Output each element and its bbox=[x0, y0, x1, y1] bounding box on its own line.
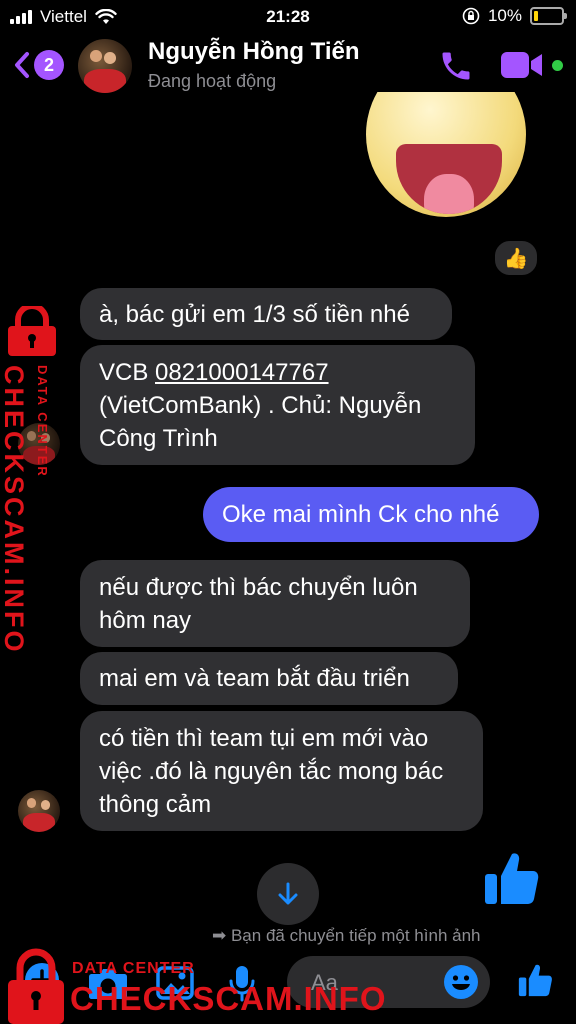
watermark-lock-icon bbox=[8, 948, 64, 1024]
thumbs-up-icon[interactable] bbox=[482, 850, 540, 906]
battery-icon bbox=[530, 7, 567, 25]
watermark-site: CHECKSCAM.INFO bbox=[70, 980, 387, 1017]
account-number-link[interactable]: 0821000147767 bbox=[155, 359, 329, 386]
contact-name[interactable]: Nguyễn Hồng Tiến bbox=[148, 38, 360, 66]
unread-badge: 2 bbox=[34, 50, 64, 80]
sticker-tongue bbox=[424, 174, 474, 214]
message-text: à, bác gửi em 1/3 số tiền nhé bbox=[99, 300, 410, 328]
sticker-mouth bbox=[396, 144, 502, 214]
back-button[interactable]: 2 bbox=[12, 50, 64, 80]
forward-note-text: Bạn đã chuyển tiếp một hình ảnh bbox=[230, 926, 481, 945]
forward-note: ➡ Bạn đã chuyển tiếp một hình ảnh bbox=[212, 926, 480, 946]
laughing-face-sticker bbox=[366, 92, 526, 217]
status-bar: Viettel 21:28 10% bbox=[0, 0, 576, 34]
watermark-site-vertical: CHECKSCAM.INFO bbox=[0, 365, 29, 655]
video-call-icon[interactable] bbox=[500, 51, 544, 79]
battery-percent: 10% bbox=[487, 6, 522, 25]
forward-arrow-icon: ➡ bbox=[212, 926, 231, 945]
message-bubble-outgoing[interactable]: Oke mai mình Ck cho nhé bbox=[203, 487, 539, 542]
message-bubble-incoming[interactable]: à, bác gửi em 1/3 số tiền nhé bbox=[80, 288, 452, 340]
rotation-lock-icon bbox=[462, 7, 480, 25]
phone-icon[interactable] bbox=[438, 48, 474, 84]
watermark-tagline: DATA CENTER bbox=[72, 960, 195, 977]
bank-owner: (VietComBank) . Chủ: Nguyễn Công Trình bbox=[99, 391, 422, 452]
contact-avatar[interactable] bbox=[78, 39, 132, 93]
scroll-to-bottom-button[interactable] bbox=[257, 863, 319, 925]
message-bubble-incoming[interactable]: mai em và team bắt đầu triển bbox=[80, 652, 458, 705]
bank-prefix: VCB bbox=[99, 358, 156, 386]
message-bubble-incoming[interactable]: nếu được thì bác chuyển luôn hôm nay bbox=[80, 560, 470, 647]
presence-status: Đang hoạt động bbox=[148, 71, 277, 91]
message-text: VCB 0821000147767 (VietComBank) . Chủ: N… bbox=[99, 356, 456, 455]
message-text: mai em và team bắt đầu triển bbox=[99, 665, 410, 692]
message-text: nếu được thì bác chuyển luôn hôm nay bbox=[99, 573, 418, 634]
chevron-left-icon bbox=[15, 52, 29, 78]
emoji-icon[interactable] bbox=[443, 964, 479, 1000]
sender-avatar[interactable] bbox=[18, 790, 60, 832]
message-text: có tiền thì team tụi em mới vào việc .đó… bbox=[99, 724, 444, 818]
arrow-down-icon bbox=[278, 882, 298, 905]
watermark-tagline-vertical: DATA CENTER bbox=[35, 365, 50, 478]
watermark-lock-icon bbox=[8, 306, 56, 356]
message-text: Oke mai mình Ck cho nhé bbox=[222, 501, 500, 528]
reaction-thumbs-up[interactable]: 👍 bbox=[493, 239, 539, 277]
online-indicator bbox=[552, 60, 563, 71]
message-bubble-incoming[interactable]: VCB 0821000147767 (VietComBank) . Chủ: N… bbox=[80, 345, 475, 465]
chat-header: 2 Nguyễn Hồng Tiến Đang hoạt động bbox=[0, 34, 576, 98]
thumbs-up-send-icon[interactable] bbox=[517, 962, 553, 998]
status-right: 10% bbox=[462, 6, 567, 26]
message-bubble-incoming[interactable]: có tiền thì team tụi em mới vào việc .đó… bbox=[80, 711, 483, 831]
sticker-message[interactable] bbox=[362, 92, 530, 222]
